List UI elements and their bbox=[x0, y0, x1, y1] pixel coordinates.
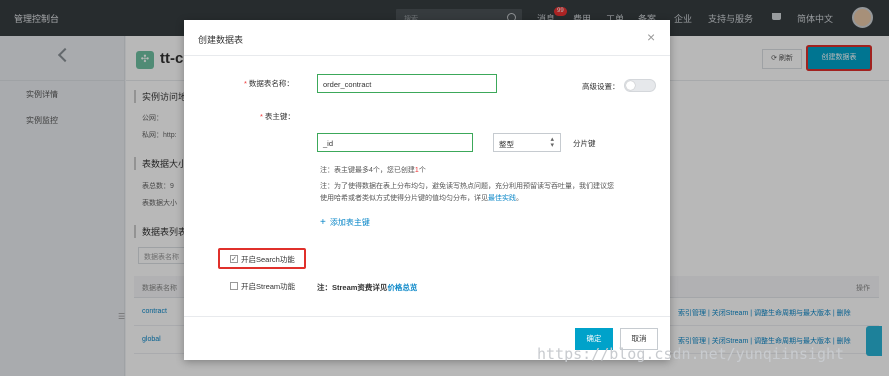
primary-key-name-input[interactable]: _id bbox=[317, 133, 473, 152]
add-primary-key-button[interactable]: + 添加表主键 bbox=[320, 217, 370, 228]
primary-key-name-value: _id bbox=[323, 139, 334, 148]
primary-key-limit-note: 注：表主键最多4个，您已创建1个 bbox=[320, 165, 426, 175]
required-marker: * bbox=[244, 79, 247, 88]
table-name-label: * 数据表名称： bbox=[244, 78, 294, 89]
close-icon[interactable]: × bbox=[647, 29, 655, 45]
distribution-note-end: 。 bbox=[516, 195, 523, 202]
enable-search-label: 开启Search功能 bbox=[241, 255, 295, 264]
plus-icon: + bbox=[320, 217, 326, 228]
distribution-note-line1: 注：为了使得数据在表上分布均匀，避免读写热点问题，充分利用预留读写吞吐量，我们建… bbox=[320, 183, 614, 190]
table-name-input[interactable]: order_contract bbox=[317, 74, 497, 93]
stream-pricing-note: 注：Stream资费详见价格总览 bbox=[317, 282, 417, 293]
dialog-footer-divider bbox=[184, 316, 670, 317]
primary-key-label-text: 表主键： bbox=[264, 112, 295, 121]
table-name-value: order_contract bbox=[323, 80, 372, 89]
pk-note-suffix: 个 bbox=[418, 167, 426, 174]
partition-key-label: 分片键 bbox=[573, 139, 596, 148]
best-practice-link[interactable]: 最佳实践 bbox=[488, 195, 516, 202]
dialog-title: 创建数据表 bbox=[198, 35, 244, 45]
stream-note-text: 注：Stream资费详见 bbox=[317, 283, 388, 292]
distribution-note-line2: 使用哈希或者类似方式使得分片键的值均匀分布，详见最佳实践。 bbox=[320, 193, 523, 203]
distribution-note-text: 使用哈希或者类似方式使得分片键的值均匀分布，详见 bbox=[320, 195, 488, 202]
advanced-settings-toggle[interactable] bbox=[624, 79, 656, 92]
advanced-settings-label: 高级设置： bbox=[582, 82, 620, 91]
select-arrows-icon: ▴ ▾ bbox=[550, 136, 554, 149]
create-table-dialog: 创建数据表 × * 数据表名称： order_contract 高级设置： * 表主… bbox=[184, 20, 670, 360]
pk-note-prefix: 注：表主键最多4个，您已创建 bbox=[320, 167, 415, 174]
pricing-overview-link[interactable]: 价格总览 bbox=[387, 283, 417, 292]
required-marker: * bbox=[260, 112, 263, 121]
dialog-header: 创建数据表 × bbox=[184, 20, 670, 56]
primary-key-type-value: 整型 bbox=[499, 140, 514, 149]
enable-stream-checkbox[interactable] bbox=[230, 282, 238, 290]
watermark: https://blog.csdn.net/yunqiinsight bbox=[537, 345, 845, 363]
primary-key-type-select[interactable]: 整型 ▴ ▾ bbox=[493, 133, 561, 152]
table-name-label-text: 数据表名称： bbox=[248, 79, 294, 88]
enable-search-checkbox[interactable]: ✓ bbox=[230, 255, 238, 263]
enable-stream-label: 开启Stream功能 bbox=[241, 282, 296, 291]
add-primary-key-label: 添加表主键 bbox=[329, 218, 370, 227]
primary-key-label: * 表主键： bbox=[260, 111, 295, 122]
